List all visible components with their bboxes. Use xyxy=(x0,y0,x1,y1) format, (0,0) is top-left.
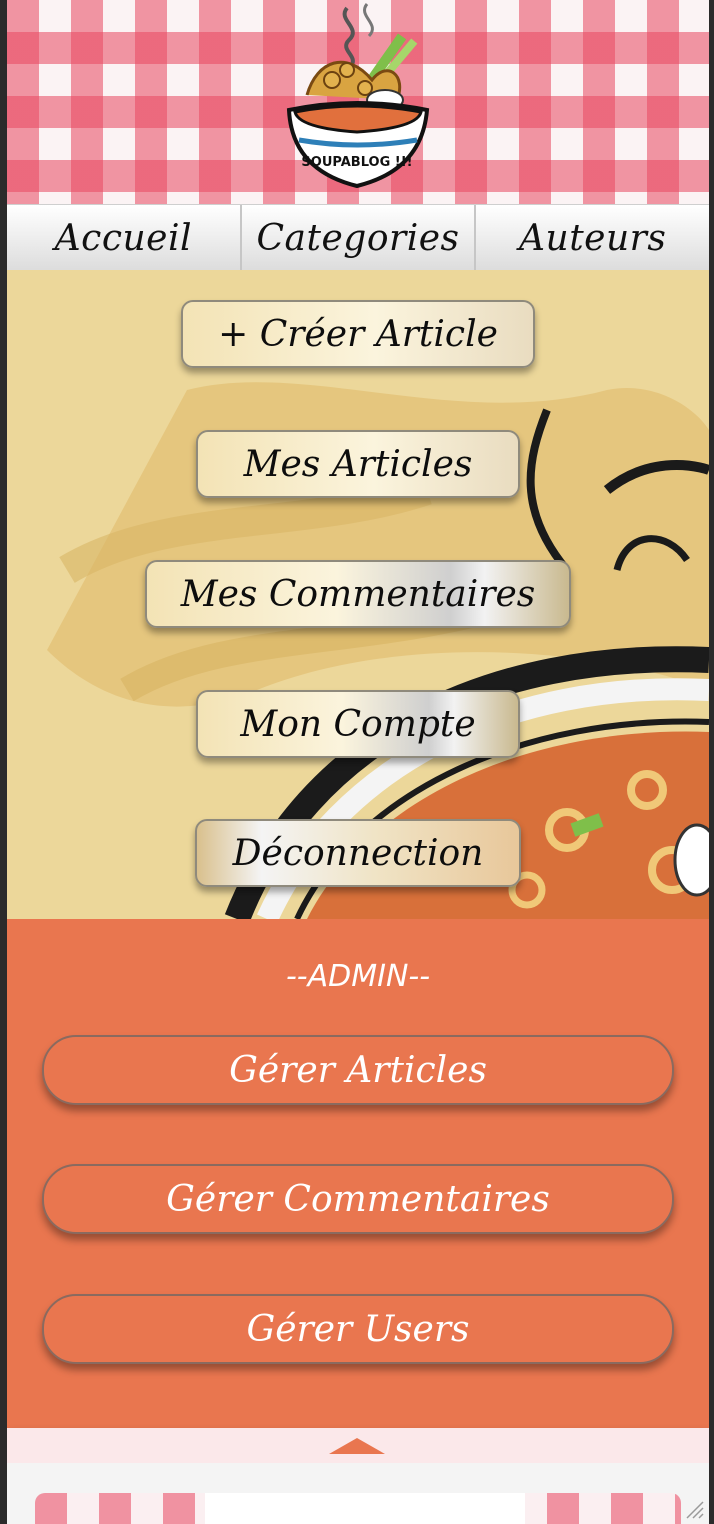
user-menu-panel: + Créer Article Mes Articles Mes Comment… xyxy=(7,270,709,919)
scroll-top-bar xyxy=(7,1428,709,1463)
footer xyxy=(7,1463,709,1524)
logout-button[interactable]: Déconnection xyxy=(195,819,521,887)
admin-panel: --ADMIN-- Gérer Articles Gérer Commentai… xyxy=(7,919,709,1428)
manage-users-button[interactable]: Gérer Users xyxy=(42,1294,674,1364)
main-nav: Accueil Categories Auteurs xyxy=(7,204,709,272)
page: SOUPABLOG !!! Accueil Categories Auteurs xyxy=(7,0,709,1524)
soup-bowl-logo-icon[interactable]: SOUPABLOG !!! xyxy=(277,0,437,195)
my-articles-button[interactable]: Mes Articles xyxy=(196,430,520,498)
manage-articles-button[interactable]: Gérer Articles xyxy=(42,1035,674,1105)
nav-item-auteurs[interactable]: Auteurs xyxy=(476,205,709,271)
footer-gingham-strip xyxy=(35,1493,681,1524)
my-account-button[interactable]: Mon Compte xyxy=(196,690,520,758)
resize-grip-icon[interactable] xyxy=(683,1498,705,1520)
create-article-button[interactable]: + Créer Article xyxy=(181,300,535,368)
scroll-up-arrow-icon[interactable] xyxy=(329,1438,385,1454)
footer-content-area xyxy=(205,1493,525,1524)
my-comments-button[interactable]: Mes Commentaires xyxy=(145,560,571,628)
logo-text: SOUPABLOG !!! xyxy=(301,155,412,170)
header-banner: SOUPABLOG !!! xyxy=(7,0,709,204)
nav-item-categories[interactable]: Categories xyxy=(241,205,477,271)
admin-title: --ADMIN-- xyxy=(285,959,431,994)
nav-item-accueil[interactable]: Accueil xyxy=(7,205,242,271)
manage-comments-button[interactable]: Gérer Commentaires xyxy=(42,1164,674,1234)
